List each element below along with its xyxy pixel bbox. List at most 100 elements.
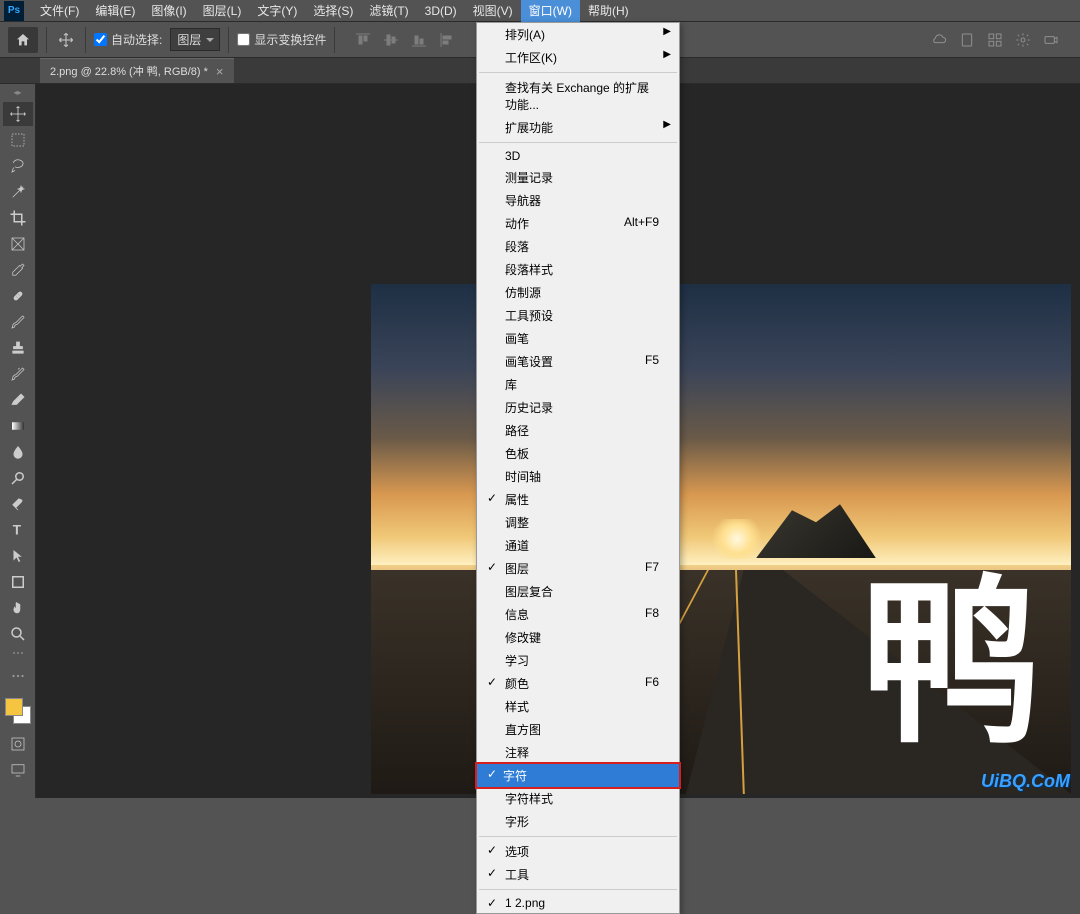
quickmask-tool[interactable]	[3, 732, 33, 756]
menu-item-段落[interactable]: 段落	[477, 235, 679, 258]
menu-select[interactable]: 选择(S)	[305, 0, 361, 22]
home-button[interactable]	[8, 27, 38, 53]
menu-item-字形[interactable]: 字形	[477, 810, 679, 833]
align-vcenter-icon[interactable]	[379, 28, 403, 52]
menu-window[interactable]: 窗口(W)	[521, 0, 580, 22]
menu-item-学习[interactable]: 学习	[477, 649, 679, 672]
close-icon[interactable]: ×	[216, 64, 224, 79]
align-top-icon[interactable]	[351, 28, 375, 52]
menu-layer[interactable]: 图层(L)	[195, 0, 250, 22]
move-tool[interactable]	[3, 102, 33, 126]
zoom-tool[interactable]	[3, 622, 33, 646]
blur-tool[interactable]	[3, 440, 33, 464]
menu-item-画笔[interactable]: 画笔	[477, 327, 679, 350]
menu-separator	[479, 836, 677, 837]
menu-item-label: 3D	[505, 149, 520, 163]
menu-item-路径[interactable]: 路径	[477, 419, 679, 442]
tool-more-icon[interactable]	[10, 652, 26, 658]
collapse-icon[interactable]: ◂▸	[9, 88, 27, 96]
camera-icon[interactable]	[1042, 31, 1060, 49]
gear-icon[interactable]	[1014, 31, 1032, 49]
menu-item-工具预设[interactable]: 工具预设	[477, 304, 679, 327]
menu-item-画笔设置[interactable]: 画笔设置F5	[477, 350, 679, 373]
menu-filter[interactable]: 滤镜(T)	[361, 0, 416, 22]
shortcut-label: F5	[645, 353, 659, 370]
eraser-tool[interactable]	[3, 388, 33, 412]
menu-file[interactable]: 文件(F)	[32, 0, 87, 22]
menu-item-工具[interactable]: ✓工具	[477, 863, 679, 886]
menu-item-1 2.png[interactable]: ✓1 2.png	[477, 893, 679, 913]
cloud-icon[interactable]	[930, 31, 948, 49]
menu-item-修改键[interactable]: 修改键	[477, 626, 679, 649]
menu-view[interactable]: 视图(V)	[465, 0, 521, 22]
auto-select-combo[interactable]: 图层	[170, 28, 220, 51]
menu-item-历史记录[interactable]: 历史记录	[477, 396, 679, 419]
edit-toolbar-icon[interactable]	[3, 664, 33, 688]
menu-item-直方图[interactable]: 直方图	[477, 718, 679, 741]
heal-tool[interactable]	[3, 284, 33, 308]
menu-item-选项[interactable]: ✓选项	[477, 840, 679, 863]
menu-item-扩展功能[interactable]: 扩展功能▶	[477, 116, 679, 139]
move-tool-icon[interactable]: ▾	[55, 29, 77, 51]
menu-item-动作[interactable]: 动作Alt+F9	[477, 212, 679, 235]
menu-image[interactable]: 图像(I)	[143, 0, 194, 22]
brush-tool[interactable]	[3, 310, 33, 334]
menu-3d[interactable]: 3D(D)	[417, 1, 465, 21]
screenmode-tool[interactable]	[3, 758, 33, 782]
menu-edit[interactable]: 编辑(E)	[87, 0, 143, 22]
wand-tool[interactable]	[3, 180, 33, 204]
history-brush-tool[interactable]	[3, 362, 33, 386]
menu-item-测量记录[interactable]: 测量记录	[477, 166, 679, 189]
frame-tool[interactable]	[3, 232, 33, 256]
menu-item-仿制源[interactable]: 仿制源	[477, 281, 679, 304]
auto-select-checkbox[interactable]: 自动选择:	[94, 31, 162, 48]
menu-item-导航器[interactable]: 导航器	[477, 189, 679, 212]
menu-item-样式[interactable]: 样式	[477, 695, 679, 718]
menu-item-色板[interactable]: 色板	[477, 442, 679, 465]
shortcut-label: F8	[645, 606, 659, 623]
menu-help[interactable]: 帮助(H)	[580, 0, 637, 22]
menu-item-信息[interactable]: 信息F8	[477, 603, 679, 626]
doc-icon[interactable]	[958, 31, 976, 49]
shape-tool[interactable]	[3, 570, 33, 594]
align-left-icon[interactable]	[435, 28, 459, 52]
marquee-tool[interactable]	[3, 128, 33, 152]
gradient-tool[interactable]	[3, 414, 33, 438]
grid-icon[interactable]	[986, 31, 1004, 49]
menu-item-3D[interactable]: 3D	[477, 146, 679, 166]
menu-separator	[479, 142, 677, 143]
menu-item-时间轴[interactable]: 时间轴	[477, 465, 679, 488]
menu-item-注释[interactable]: 注释	[477, 741, 679, 764]
dodge-tool[interactable]	[3, 466, 33, 490]
color-swatches[interactable]	[5, 698, 31, 724]
eyedropper-tool[interactable]	[3, 258, 33, 282]
auto-select-input[interactable]	[94, 33, 107, 46]
menu-item-工作区(K)[interactable]: 工作区(K)▶	[477, 46, 679, 69]
menu-item-调整[interactable]: 调整	[477, 511, 679, 534]
pen-tool[interactable]	[3, 492, 33, 516]
menu-type[interactable]: 文字(Y)	[249, 0, 305, 22]
menu-item-颜色[interactable]: ✓颜色F6	[477, 672, 679, 695]
menu-item-库[interactable]: 库	[477, 373, 679, 396]
type-tool[interactable]: T	[3, 518, 33, 542]
menu-item-通道[interactable]: 通道	[477, 534, 679, 557]
stamp-tool[interactable]	[3, 336, 33, 360]
menu-item-排列(A)[interactable]: 排列(A)▶	[477, 23, 679, 46]
path-select-tool[interactable]	[3, 544, 33, 568]
menu-item-段落样式[interactable]: 段落样式	[477, 258, 679, 281]
menu-item-属性[interactable]: ✓属性	[477, 488, 679, 511]
hand-tool[interactable]	[3, 596, 33, 620]
show-transform-input[interactable]	[237, 33, 250, 46]
menu-item-字符[interactable]: ✓字符	[475, 762, 681, 789]
menu-item-查找有关 Exchange 的扩展功能...[interactable]: 查找有关 Exchange 的扩展功能...	[477, 76, 679, 116]
lasso-tool[interactable]	[3, 154, 33, 178]
document-tab[interactable]: 2.png @ 22.8% (冲 鸭, RGB/8) * ×	[40, 58, 234, 83]
menu-item-字符样式[interactable]: 字符样式	[477, 787, 679, 810]
fg-swatch[interactable]	[5, 698, 23, 716]
crop-tool[interactable]	[3, 206, 33, 230]
align-bottom-icon[interactable]	[407, 28, 431, 52]
menu-item-图层[interactable]: ✓图层F7	[477, 557, 679, 580]
text-layer[interactable]: 鸭	[861, 574, 1041, 754]
menu-item-图层复合[interactable]: 图层复合	[477, 580, 679, 603]
show-transform-checkbox[interactable]: 显示变换控件	[237, 31, 326, 48]
